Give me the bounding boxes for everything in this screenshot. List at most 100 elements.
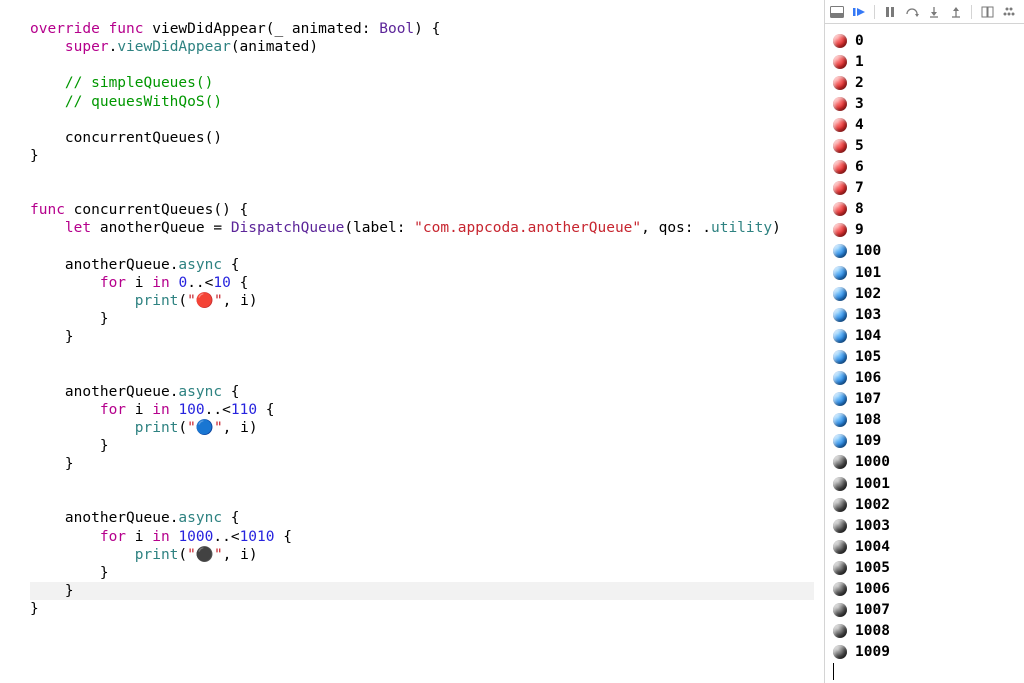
console-value: 1008 — [855, 623, 890, 639]
console-value: 5 — [855, 138, 864, 154]
console-row: 2 — [833, 72, 1022, 93]
console-value: 1002 — [855, 497, 890, 513]
console-value: 104 — [855, 328, 881, 344]
red-ball-icon — [833, 139, 847, 153]
step-over-icon[interactable] — [904, 4, 920, 20]
console-value: 105 — [855, 349, 881, 365]
blue-ball-icon — [833, 308, 847, 322]
black-ball-icon — [833, 582, 847, 596]
pause-icon[interactable] — [882, 4, 898, 20]
toolbar-separator — [874, 5, 875, 19]
console-row: 0 — [833, 30, 1022, 51]
console-output[interactable]: 0 1 2 3 4 5 6 7 8 9 100 101 102 103 104 105 106 107 108 109… — [825, 24, 1024, 683]
console-value: 1005 — [855, 560, 890, 576]
breakpoints-icon[interactable] — [1001, 4, 1017, 20]
red-ball-icon — [833, 181, 847, 195]
console-value: 1001 — [855, 476, 890, 492]
black-ball-icon — [833, 603, 847, 617]
blue-ball-icon — [833, 434, 847, 448]
console-value: 9 — [855, 222, 864, 238]
console-value: 1 — [855, 54, 864, 70]
console-value: 100 — [855, 243, 881, 259]
console-row: 1001 — [833, 473, 1022, 494]
red-ball-icon — [833, 34, 847, 48]
console-row: 6 — [833, 157, 1022, 178]
console-row: 102 — [833, 283, 1022, 304]
blue-ball-icon — [833, 266, 847, 280]
console-row: 1008 — [833, 621, 1022, 642]
debug-view-icon[interactable] — [979, 4, 995, 20]
console-cursor — [833, 663, 834, 680]
console-value: 2 — [855, 75, 864, 91]
console-value: 1009 — [855, 644, 890, 660]
red-ball-icon — [833, 97, 847, 111]
console-row: 1 — [833, 51, 1022, 72]
toolbar-separator — [971, 5, 972, 19]
step-out-icon[interactable] — [948, 4, 964, 20]
console-row: 7 — [833, 178, 1022, 199]
console-value: 1007 — [855, 602, 890, 618]
black-ball-icon — [833, 455, 847, 469]
debug-toolbar — [825, 0, 1024, 24]
console-row: 1009 — [833, 642, 1022, 663]
console-value: 103 — [855, 307, 881, 323]
console-value: 3 — [855, 96, 864, 112]
console-value: 109 — [855, 433, 881, 449]
blue-ball-icon — [833, 413, 847, 427]
console-value: 0 — [855, 33, 864, 49]
console-row: 109 — [833, 431, 1022, 452]
console-value: 1006 — [855, 581, 890, 597]
console-value: 101 — [855, 265, 881, 281]
console-value: 8 — [855, 201, 864, 217]
red-ball-icon — [833, 160, 847, 174]
console-row: 100 — [833, 241, 1022, 262]
console-value: 6 — [855, 159, 864, 175]
console-value: 108 — [855, 412, 881, 428]
play-icon[interactable] — [851, 4, 867, 20]
blue-ball-icon — [833, 371, 847, 385]
console-row: 1003 — [833, 515, 1022, 536]
blue-ball-icon — [833, 287, 847, 301]
console-row: 105 — [833, 346, 1022, 367]
blue-ball-icon — [833, 392, 847, 406]
red-ball-icon — [833, 223, 847, 237]
console-value: 107 — [855, 391, 881, 407]
console-row: 4 — [833, 114, 1022, 135]
black-ball-icon — [833, 540, 847, 554]
console-row: 108 — [833, 410, 1022, 431]
console-row: 103 — [833, 304, 1022, 325]
step-in-icon[interactable] — [926, 4, 942, 20]
console-value: 1000 — [855, 454, 890, 470]
console-row: 107 — [833, 389, 1022, 410]
red-ball-icon — [833, 202, 847, 216]
code-editor[interactable]: override func viewDidAppear(_ animated: … — [0, 0, 824, 683]
red-ball-icon — [833, 55, 847, 69]
console-row: 1002 — [833, 494, 1022, 515]
console-value: 7 — [855, 180, 864, 196]
hide-icon[interactable] — [829, 4, 845, 20]
black-ball-icon — [833, 645, 847, 659]
console-value: 102 — [855, 286, 881, 302]
console-row: 1007 — [833, 600, 1022, 621]
console-row: 1005 — [833, 557, 1022, 578]
console-row: 101 — [833, 262, 1022, 283]
console-row: 1000 — [833, 452, 1022, 473]
black-ball-icon — [833, 477, 847, 491]
console-row: 3 — [833, 93, 1022, 114]
console-row: 5 — [833, 135, 1022, 156]
code-block: override func viewDidAppear(_ animated: … — [30, 20, 814, 618]
console-value: 1004 — [855, 539, 890, 555]
console-row: 1006 — [833, 578, 1022, 599]
console-row: 106 — [833, 368, 1022, 389]
debug-console: 0 1 2 3 4 5 6 7 8 9 100 101 102 103 104 105 106 107 108 109… — [824, 0, 1024, 683]
blue-ball-icon — [833, 329, 847, 343]
console-value: 106 — [855, 370, 881, 386]
console-row: 1004 — [833, 536, 1022, 557]
black-ball-icon — [833, 498, 847, 512]
console-row: 104 — [833, 325, 1022, 346]
console-row: 9 — [833, 220, 1022, 241]
blue-ball-icon — [833, 350, 847, 364]
blue-ball-icon — [833, 244, 847, 258]
black-ball-icon — [833, 561, 847, 575]
red-ball-icon — [833, 76, 847, 90]
